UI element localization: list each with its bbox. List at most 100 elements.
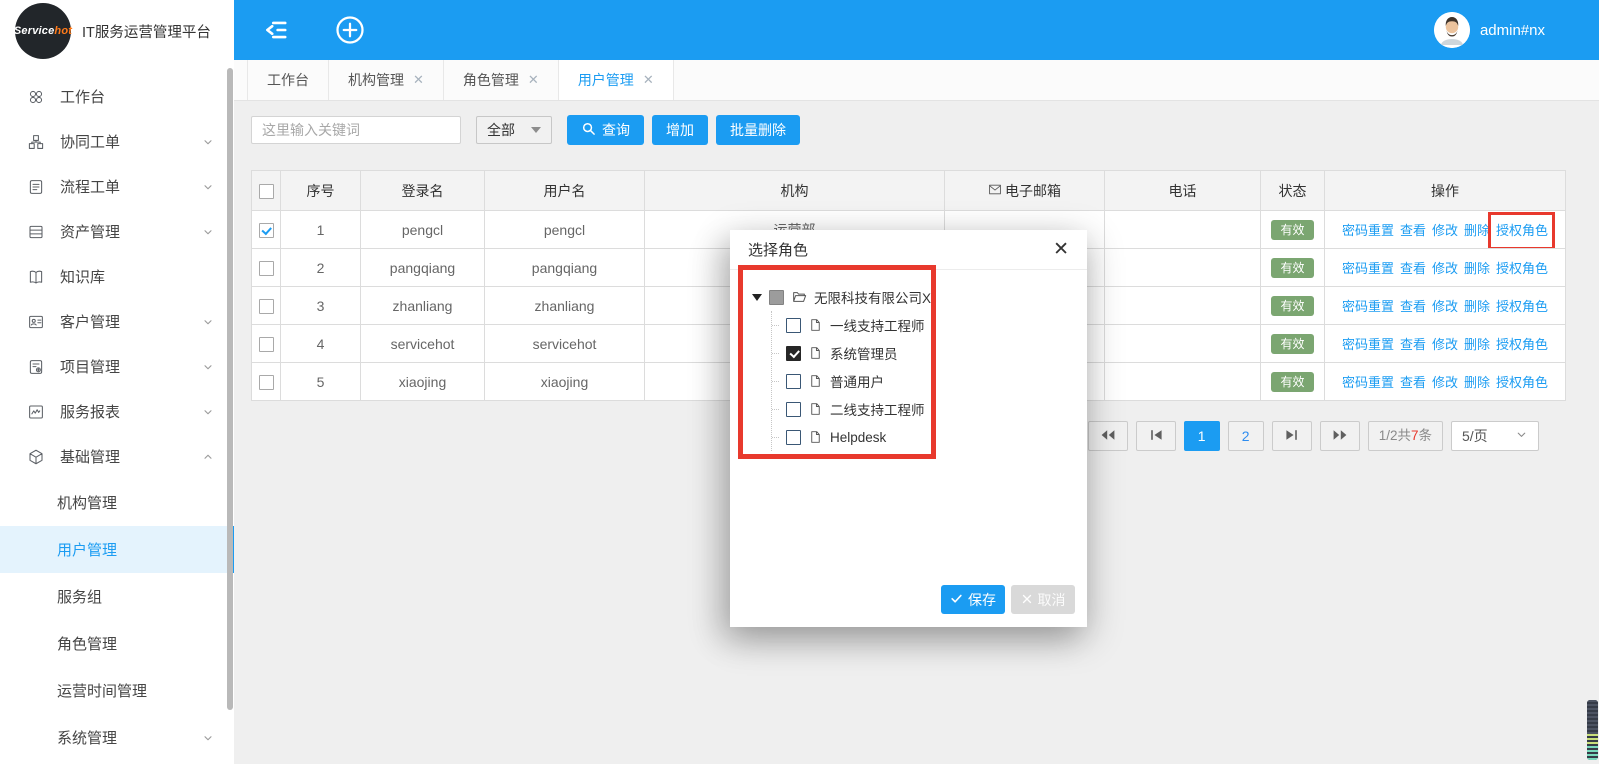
tree-node-一线支持工程师[interactable]: 一线支持工程师 (772, 311, 927, 339)
sidebar-item-工作台[interactable]: 工作台 (0, 74, 234, 119)
action-link-修改[interactable]: 修改 (1432, 261, 1458, 276)
cell-status: 有效 (1261, 363, 1325, 401)
page-first-icon (1100, 428, 1116, 445)
sidebar-subitem-机构管理[interactable]: 机构管理 (0, 479, 234, 526)
batch-delete-button[interactable]: 批量删除 (716, 115, 800, 145)
cube-icon (27, 448, 45, 466)
page-number-1[interactable]: 1 (1184, 421, 1220, 451)
sidebar-item-客户管理[interactable]: 客户管理 (0, 299, 234, 344)
action-link-查看[interactable]: 查看 (1400, 375, 1426, 390)
expander-triangle-icon[interactable] (752, 294, 762, 301)
sidebar-item-服务报表[interactable]: 服务报表 (0, 389, 234, 434)
sidebar-subitem-服务组[interactable]: 服务组 (0, 573, 234, 620)
page-scrollbar[interactable] (1587, 700, 1598, 760)
action-link-删除[interactable]: 删除 (1464, 261, 1490, 276)
action-link-查看[interactable]: 查看 (1400, 299, 1426, 314)
page-size-select[interactable]: 5/页 (1451, 421, 1539, 451)
tree-checkbox[interactable] (786, 402, 801, 417)
sidebar-item-项目管理[interactable]: 项目管理 (0, 344, 234, 389)
sidebar-subitem-运营时间管理[interactable]: 运营时间管理 (0, 667, 234, 714)
sidebar-item-基础管理[interactable]: 基础管理 (0, 434, 234, 479)
tree-node-二线支持工程师[interactable]: 二线支持工程师 (772, 395, 927, 423)
tab-close-icon[interactable]: ✕ (413, 72, 424, 88)
row-checkbox[interactable] (259, 337, 274, 352)
sidebar-item-资产管理[interactable]: 资产管理 (0, 209, 234, 254)
user-area[interactable]: admin#nx (1434, 12, 1545, 48)
file-icon (808, 373, 823, 389)
sidebar-subitem-用户管理[interactable]: 用户管理 (0, 526, 234, 573)
tree-checkbox[interactable] (786, 430, 801, 445)
plus-circle-icon[interactable] (335, 15, 365, 45)
row-checkbox[interactable] (259, 223, 274, 238)
action-link-密码重置[interactable]: 密码重置 (1342, 261, 1394, 276)
page-number-2[interactable]: 2 (1228, 421, 1264, 451)
row-checkbox[interactable] (259, 375, 274, 390)
action-link-密码重置[interactable]: 密码重置 (1342, 375, 1394, 390)
page-prev-button[interactable] (1136, 421, 1176, 451)
tree-node-普通用户[interactable]: 普通用户 (772, 367, 927, 395)
authorize-role-link-highlighted[interactable]: 授权角色 (1496, 223, 1548, 238)
action-link-查看[interactable]: 查看 (1400, 223, 1426, 238)
tree-checkbox[interactable] (769, 290, 784, 305)
logo-text-hot: hot (54, 25, 72, 37)
tab-用户管理[interactable]: 用户管理✕ (559, 60, 674, 100)
sidebar-subitem-系统管理[interactable]: 系统管理 (0, 714, 234, 761)
action-link-密码重置[interactable]: 密码重置 (1342, 337, 1394, 352)
row-checkbox[interactable] (259, 299, 274, 314)
sidebar-subitem-角色管理[interactable]: 角色管理 (0, 620, 234, 667)
action-link-授权角色[interactable]: 授权角色 (1496, 375, 1548, 390)
search-input[interactable] (251, 116, 461, 144)
page-next-button[interactable] (1272, 421, 1312, 451)
menu-fold-icon[interactable] (262, 17, 290, 43)
action-link-密码重置[interactable]: 密码重置 (1342, 299, 1394, 314)
close-icon[interactable]: ✕ (1053, 240, 1069, 259)
row-select-cell (252, 363, 281, 401)
tree-checkbox[interactable] (786, 374, 801, 389)
avatar[interactable] (1434, 12, 1470, 48)
tree-checkbox[interactable] (786, 346, 801, 361)
action-link-删除[interactable]: 删除 (1464, 337, 1490, 352)
tab-机构管理[interactable]: 机构管理✕ (329, 60, 444, 100)
tree-node-Helpdesk[interactable]: Helpdesk (772, 423, 927, 451)
sidebar-item-流程工单[interactable]: 流程工单 (0, 164, 234, 209)
action-link-授权角色[interactable]: 授权角色 (1496, 261, 1548, 276)
action-link-修改[interactable]: 修改 (1432, 337, 1458, 352)
action-link-授权角色[interactable]: 授权角色 (1496, 299, 1548, 314)
search-button[interactable]: 查询 (567, 115, 644, 145)
cancel-button[interactable]: 取消 (1011, 585, 1075, 614)
action-link-修改[interactable]: 修改 (1432, 375, 1458, 390)
action-link-修改[interactable]: 修改 (1432, 299, 1458, 314)
tree-node-无限科技有限公司X[interactable]: 无限科技有限公司X (752, 283, 927, 311)
add-button[interactable]: 增加 (652, 115, 708, 145)
action-link-授权角色[interactable]: 授权角色 (1496, 337, 1548, 352)
action-link-修改[interactable]: 修改 (1432, 223, 1458, 238)
save-button[interactable]: 保存 (941, 585, 1005, 614)
select-all-checkbox[interactable] (259, 184, 274, 199)
row-checkbox[interactable] (259, 261, 274, 276)
tab-角色管理[interactable]: 角色管理✕ (444, 60, 559, 100)
tree-node-系统管理员[interactable]: 系统管理员 (772, 339, 927, 367)
sidebar-item-协同工单[interactable]: 协同工单 (0, 119, 234, 164)
tree-checkbox[interactable] (786, 318, 801, 333)
x-icon (1021, 592, 1033, 608)
action-link-查看[interactable]: 查看 (1400, 261, 1426, 276)
chevron-down-icon (1515, 428, 1528, 444)
sidebar-item-知识库[interactable]: 知识库 (0, 254, 234, 299)
action-link-删除[interactable]: 删除 (1464, 223, 1490, 238)
sidebar-scrollbar[interactable] (227, 68, 233, 710)
action-link-查看[interactable]: 查看 (1400, 337, 1426, 352)
tab-工作台[interactable]: 工作台 (247, 60, 329, 100)
filter-select[interactable]: 全部 (476, 116, 552, 144)
status-badge: 有效 (1271, 220, 1313, 240)
tab-close-icon[interactable]: ✕ (528, 72, 539, 88)
sidebar-menu: 工作台协同工单流程工单资产管理知识库客户管理项目管理服务报表基础管理机构管理用户… (0, 62, 234, 761)
action-link-删除[interactable]: 删除 (1464, 375, 1490, 390)
action-link-密码重置[interactable]: 密码重置 (1342, 223, 1394, 238)
sidebar-subitem-label: 机构管理 (57, 492, 214, 513)
page-last-button[interactable] (1320, 421, 1360, 451)
sidebar-item-label: 协同工单 (60, 131, 202, 152)
action-link-删除[interactable]: 删除 (1464, 299, 1490, 314)
sidebar: Servicehot IT服务运营管理平台 工作台协同工单流程工单资产管理知识库… (0, 0, 234, 764)
tab-close-icon[interactable]: ✕ (643, 72, 654, 88)
page-first-button[interactable] (1088, 421, 1128, 451)
